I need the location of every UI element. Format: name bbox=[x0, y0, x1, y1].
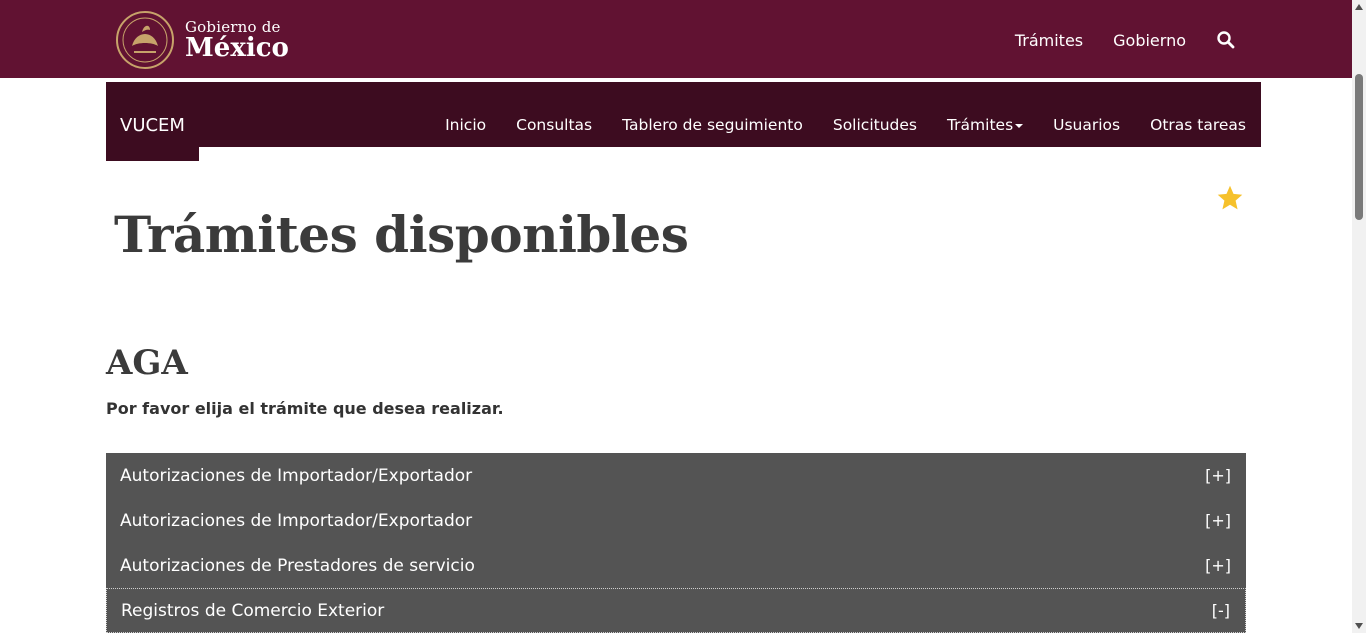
accordion-item-label: Autorizaciones de Importador/Exportador bbox=[120, 465, 473, 486]
menu-consultas[interactable]: Consultas bbox=[516, 116, 592, 134]
menu-inicio[interactable]: Inicio bbox=[445, 116, 486, 134]
gov-nav-tramites[interactable]: Trámites bbox=[1015, 31, 1083, 50]
accordion-item-expanded[interactable]: Registros de Comercio Exterior [-] bbox=[106, 588, 1246, 633]
vucem-menu: Inicio Consultas Tablero de seguimiento … bbox=[445, 116, 1246, 134]
collapse-toggle[interactable]: [-] bbox=[1212, 601, 1230, 620]
menu-tramites-label: Trámites bbox=[946, 116, 1014, 134]
accordion-item[interactable]: Autorizaciones de Prestadores de servici… bbox=[106, 543, 1246, 588]
accordion-item[interactable]: Autorizaciones de Importador/Exportador … bbox=[106, 498, 1246, 543]
page-scrollbar[interactable] bbox=[1352, 0, 1366, 633]
accordion-item-label: Autorizaciones de Importador/Exportador bbox=[120, 510, 473, 531]
gov-nav: Trámites Gobierno bbox=[1015, 30, 1236, 50]
gov-title[interactable]: Gobierno de México bbox=[185, 20, 289, 63]
page-title: Trámites disponibles bbox=[114, 205, 689, 264]
gov-title-big: México bbox=[185, 33, 289, 63]
menu-otras-tareas[interactable]: Otras tareas bbox=[1150, 116, 1246, 134]
gov-header: Gobierno de México Trámites Gobierno bbox=[0, 0, 1352, 80]
expand-toggle[interactable]: [+] bbox=[1205, 466, 1231, 485]
scroll-up-icon[interactable] bbox=[1355, 4, 1363, 10]
search-icon[interactable] bbox=[1216, 30, 1236, 50]
expand-toggle[interactable]: [+] bbox=[1205, 556, 1231, 575]
star-icon[interactable] bbox=[1216, 184, 1244, 212]
section-title: AGA bbox=[106, 343, 188, 383]
menu-tramites-dropdown[interactable]: Trámites bbox=[946, 116, 1024, 134]
menu-usuarios[interactable]: Usuarios bbox=[1053, 116, 1120, 134]
instructions-text: Por favor elija el trámite que desea rea… bbox=[106, 399, 504, 418]
eagle-seal-icon[interactable] bbox=[114, 10, 176, 70]
scroll-thumb[interactable] bbox=[1355, 74, 1363, 220]
gov-nav-gobierno[interactable]: Gobierno bbox=[1113, 31, 1186, 50]
accordion-item-label: Autorizaciones de Prestadores de servici… bbox=[120, 555, 475, 576]
accordion-item[interactable]: Autorizaciones de Importador/Exportador … bbox=[106, 453, 1246, 498]
vucem-navbar bbox=[106, 82, 1261, 147]
expand-toggle[interactable]: [+] bbox=[1205, 511, 1231, 530]
tramites-accordion: Autorizaciones de Importador/Exportador … bbox=[106, 453, 1246, 633]
scroll-down-icon[interactable] bbox=[1355, 623, 1363, 629]
menu-solicitudes[interactable]: Solicitudes bbox=[833, 116, 917, 134]
vucem-brand[interactable]: VUCEM bbox=[106, 82, 199, 161]
accordion-item-label: Registros de Comercio Exterior bbox=[121, 600, 385, 621]
menu-tablero-seguimiento[interactable]: Tablero de seguimiento bbox=[622, 116, 803, 134]
caret-down-icon bbox=[1015, 123, 1024, 128]
